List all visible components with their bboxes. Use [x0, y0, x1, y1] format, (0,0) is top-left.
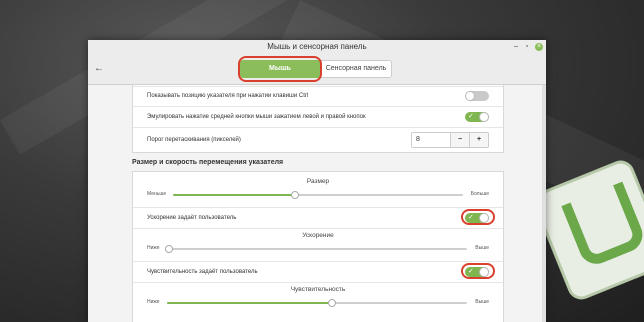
window-titlebar: Мышь и сенсорная панель – ▫ ×	[88, 40, 546, 54]
highlight-ring	[238, 56, 322, 82]
slider-knob[interactable]	[290, 191, 299, 199]
slider-min-label: Ниже	[147, 245, 160, 251]
slider-title: Размер	[306, 178, 330, 185]
row-label: Показывать позицию указателя при нажатии…	[147, 93, 309, 99]
window-title: Мышь и сенсорная панель	[267, 42, 367, 51]
minimize-icon[interactable]: –	[512, 43, 520, 51]
slider-title: Чувствительность	[290, 286, 346, 293]
drag-threshold-stepper: 8 − +	[411, 132, 489, 148]
section-title: Размер и скорость перемещения указателя	[132, 159, 284, 166]
row-label: Ускорение задаёт пользователь	[147, 215, 237, 221]
highlight-ring	[461, 263, 495, 279]
maximize-icon[interactable]: ▫	[523, 43, 531, 51]
slider-title: Ускорение	[302, 232, 334, 239]
slider-max-label: Выше	[475, 245, 489, 251]
sensitivity-slider[interactable]: Ниже Выше	[133, 297, 503, 309]
pointer-panel: Размер Меньше Больше Ускорение задаёт по…	[132, 171, 504, 322]
row-label: Чувствительность задаёт пользователь	[147, 269, 258, 275]
slider-min-label: Меньше	[147, 191, 167, 197]
settings-row: Чувствительность задаёт пользователь ✓	[133, 261, 503, 283]
slider-min-label: Ниже	[147, 299, 160, 305]
slider-fill	[167, 302, 332, 304]
acceleration-slider[interactable]: Ниже Выше	[133, 243, 503, 255]
settings-row: Ускорение задаёт пользователь ✓	[133, 207, 503, 229]
toggle-switch[interactable]: ✓	[465, 112, 489, 122]
header-bar: ← Мышь Сенсорная панель	[88, 54, 546, 85]
slider-max-label: Выше	[475, 299, 489, 305]
general-panel: Показывать позицию указателя при нажатии…	[132, 85, 504, 153]
settings-row: Показывать позицию указателя при нажатии…	[133, 86, 503, 107]
slider-knob[interactable]	[165, 245, 173, 253]
highlight-ring	[461, 209, 495, 225]
row-label: Порог перетаскивания (пикселей)	[147, 137, 241, 143]
slider-knob[interactable]	[328, 299, 336, 307]
slider-max-label: Больше	[470, 191, 489, 197]
settings-row: Эмулировать нажатие средней кнопки мыши …	[133, 107, 503, 128]
slider-fill	[173, 194, 295, 196]
increment-button[interactable]: +	[469, 133, 488, 147]
settings-row: Порог перетаскивания (пикселей) 8 − +	[133, 128, 503, 152]
decrement-button[interactable]: −	[450, 133, 469, 147]
stepper-value[interactable]: 8	[412, 133, 450, 147]
size-slider[interactable]: Меньше Больше	[133, 189, 503, 201]
back-arrow-icon[interactable]: ←	[94, 63, 104, 74]
settings-content: Показывать позицию указателя при нажатии…	[88, 85, 546, 322]
check-icon: ✓	[468, 113, 474, 120]
row-label: Эмулировать нажатие средней кнопки мыши …	[147, 114, 366, 120]
settings-window: Мышь и сенсорная панель – ▫ × ← Мышь Сен…	[88, 40, 546, 322]
toggle-switch[interactable]	[465, 91, 489, 101]
tab-touchpad[interactable]: Сенсорная панель	[320, 60, 392, 78]
close-icon[interactable]: ×	[535, 43, 543, 51]
scrollbar[interactable]	[542, 85, 546, 322]
